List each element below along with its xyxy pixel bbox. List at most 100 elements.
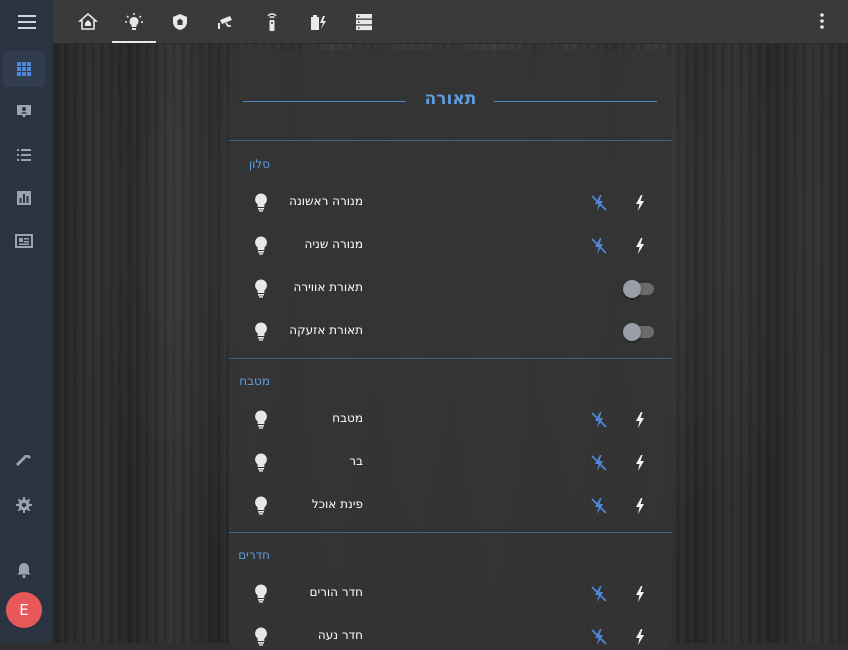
sidebar: E	[0, 0, 54, 643]
entity-row: פינת אוכל	[229, 484, 672, 527]
section-title: מטבח	[239, 374, 270, 388]
gear-icon	[16, 497, 32, 513]
turn-off-button[interactable]	[587, 234, 611, 258]
sidebar-item-history[interactable]	[3, 180, 45, 216]
turn-off-button[interactable]	[587, 494, 611, 518]
entity-name[interactable]: מנורה שניה	[305, 237, 363, 251]
turn-on-button[interactable]	[627, 234, 651, 258]
flash-off-icon	[591, 238, 607, 254]
sidebar-item-developer-tools[interactable]	[3, 444, 45, 480]
tab-cameras[interactable]	[204, 0, 248, 43]
list-icon	[17, 149, 31, 161]
turn-off-button[interactable]	[587, 451, 611, 475]
bell-icon	[17, 563, 31, 579]
turn-off-button[interactable]	[587, 191, 611, 215]
turn-on-button[interactable]	[627, 582, 651, 606]
turn-on-button[interactable]	[627, 408, 651, 432]
sidebar-item-settings[interactable]	[3, 487, 45, 523]
entity-name[interactable]: מטבח	[332, 411, 363, 425]
flash-off-icon	[591, 498, 607, 514]
entity-row: תאורת אזעקה	[229, 310, 672, 353]
tab-power[interactable]	[296, 0, 340, 43]
entity-row: חדר הורים	[229, 572, 672, 615]
toggle-knob	[623, 280, 641, 298]
tab-home[interactable]	[66, 0, 110, 43]
tab-remote[interactable]	[250, 0, 294, 43]
section-title: סלון	[248, 157, 270, 171]
turn-on-button[interactable]	[627, 191, 651, 215]
flash-icon	[636, 586, 644, 602]
entity-row: תאורת אווירה	[229, 267, 672, 310]
sidebar-menu-button[interactable]	[0, 0, 53, 43]
lightbulb-icon[interactable]	[251, 452, 271, 472]
entity-row: מנורה ראשונה	[229, 181, 672, 224]
flash-icon	[636, 412, 644, 428]
turn-off-button[interactable]	[587, 408, 611, 432]
flash-off-icon	[591, 586, 607, 602]
flash-off-icon	[591, 195, 607, 211]
turn-on-button[interactable]	[627, 451, 651, 475]
server-icon	[356, 13, 372, 30]
lightbulb-icon[interactable]	[251, 235, 271, 255]
sidebar-item-overview[interactable]	[3, 51, 45, 87]
turn-on-button[interactable]	[627, 494, 651, 518]
flash-icon	[636, 455, 644, 471]
sidebar-item-logbook[interactable]	[3, 137, 45, 173]
flash-icon	[636, 195, 644, 211]
lightbulb-icon[interactable]	[251, 278, 271, 298]
entity-name[interactable]: תאורת אווירה	[293, 280, 363, 294]
lighting-card: תאורה סלון מנורה ראשונה מנורה שניה תאורת א…	[229, 50, 672, 650]
card-title: תאורה	[424, 89, 477, 109]
home-icon	[78, 12, 98, 30]
map-marker-icon	[17, 105, 31, 118]
entity-name[interactable]: מנורה ראשונה	[289, 194, 363, 208]
flash-off-icon	[591, 412, 607, 428]
entity-row: מטבח	[229, 398, 672, 441]
flash-off-icon	[591, 629, 607, 645]
entity-name[interactable]: חדר נעה	[318, 628, 363, 642]
section-divider	[229, 358, 672, 359]
shield-home-icon	[173, 13, 187, 30]
toggle-knob	[623, 323, 641, 341]
tab-security[interactable]	[158, 0, 202, 43]
media-icon	[15, 234, 33, 248]
section-divider	[229, 532, 672, 533]
battery-charging-icon	[311, 14, 326, 30]
entity-row: מנורה שניה	[229, 224, 672, 267]
user-avatar[interactable]: E	[6, 592, 42, 628]
lightbulb-icon[interactable]	[251, 626, 271, 646]
title-line-right	[494, 101, 657, 102]
grid-icon	[17, 62, 31, 76]
top-toolbar	[53, 0, 848, 44]
sidebar-item-media[interactable]	[3, 223, 45, 259]
entity-name[interactable]: בר	[349, 454, 363, 468]
chart-icon	[17, 191, 31, 205]
overflow-menu-button[interactable]	[812, 11, 832, 31]
card-header: תאורה	[229, 50, 672, 140]
hamburger-menu-icon	[17, 14, 36, 29]
flash-icon	[636, 629, 644, 645]
sidebar-item-notifications[interactable]	[3, 552, 45, 588]
turn-off-button[interactable]	[587, 582, 611, 606]
turn-on-button[interactable]	[627, 625, 651, 649]
tab-servers[interactable]	[342, 0, 386, 43]
entity-name[interactable]: פינת אוכל	[312, 497, 363, 511]
turn-off-button[interactable]	[587, 625, 611, 649]
remote-icon	[267, 12, 277, 31]
entity-toggle[interactable]	[622, 323, 656, 341]
lightbulb-icon[interactable]	[251, 192, 271, 212]
sidebar-item-map[interactable]	[3, 94, 45, 130]
entity-row: חדר נעה	[229, 615, 672, 650]
cctv-icon	[218, 15, 232, 29]
lightbulb-icon[interactable]	[251, 409, 271, 429]
entity-name[interactable]: תאורת אזעקה	[289, 323, 363, 337]
lightbulb-icon[interactable]	[251, 583, 271, 603]
lightbulb-icon[interactable]	[251, 321, 271, 341]
flash-icon	[636, 498, 644, 514]
entity-name[interactable]: חדר הורים	[309, 585, 363, 599]
section-divider	[229, 140, 672, 141]
entity-toggle[interactable]	[622, 280, 656, 298]
lightbulb-icon[interactable]	[251, 495, 271, 515]
entity-row: בר	[229, 441, 672, 484]
tab-lighting[interactable]	[112, 0, 156, 43]
